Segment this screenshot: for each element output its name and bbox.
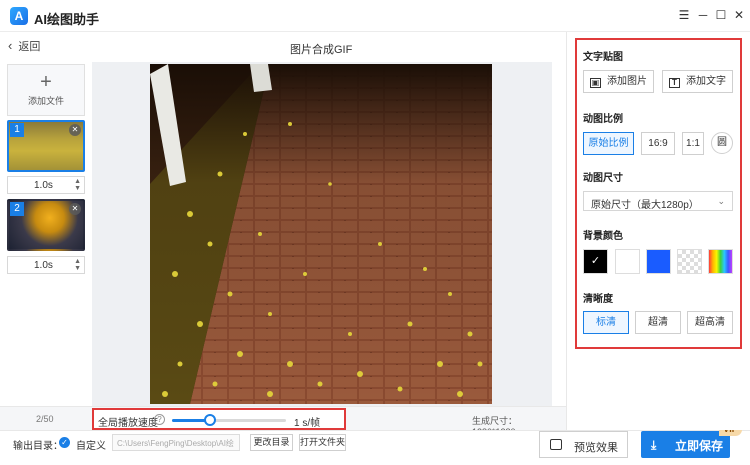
duration-stepper-1[interactable]: 1.0s ▲ ▼ — [7, 176, 85, 194]
app-title: AI绘图助手 — [34, 12, 100, 27]
remove-file-icon[interactable]: ✕ — [69, 203, 81, 215]
maximize-icon[interactable]: ☐ — [714, 8, 728, 22]
size-select[interactable]: 原始尺寸（最大1280p） ⌄ — [583, 191, 733, 211]
output-path-field[interactable]: C:\Users\FengPing\Desktop\AI绘 — [112, 434, 240, 451]
file-index-badge: 1 — [10, 123, 24, 137]
add-text-button[interactable]: T 添加文字 — [662, 70, 733, 93]
stepper-arrows-icon[interactable]: ▲ ▼ — [74, 258, 81, 272]
bg-swatch-black[interactable]: ✓ — [583, 249, 608, 274]
preview-canvas — [92, 62, 552, 406]
add-file-button[interactable]: + 添加文件 — [7, 64, 85, 116]
preview-icon — [550, 439, 562, 450]
speed-value: 1 s/帧 — [294, 418, 321, 429]
app-logo-icon: A — [10, 7, 28, 25]
check-icon: ✓ — [590, 255, 601, 267]
download-icon: ⤓ — [651, 438, 657, 452]
text-icon: T — [669, 78, 680, 88]
open-folder-button[interactable]: 打开文件夹 — [299, 434, 346, 451]
size-select-value: 原始尺寸（最大1280p） — [591, 200, 699, 211]
file-list: + 添加文件 1 ✕ 1.0s ▲ ▼ 2 ✕ 1.0s ▲ ▼ — [0, 56, 92, 406]
global-speed-control: 全局播放速度 ? 1 s/帧 — [92, 408, 346, 430]
output-dir-label: 输出目录： — [13, 441, 63, 452]
speed-slider[interactable] — [172, 414, 286, 426]
size-section-title: 动图尺寸 — [583, 173, 623, 184]
add-text-label: 添加文字 — [686, 76, 726, 87]
add-image-button[interactable]: ▣ 添加图片 — [583, 70, 654, 93]
quality-hd-button[interactable]: 超清 — [635, 311, 681, 334]
minimize-icon[interactable]: ─ — [696, 8, 710, 22]
quality-uhd-button[interactable]: 超高清 — [687, 311, 733, 334]
page-title: 图片合成GIF — [290, 44, 353, 56]
chevron-down-icon: ⌄ — [717, 196, 725, 206]
page-count: 2/50 — [36, 414, 54, 424]
ratio-16-9-button[interactable]: 16:9 — [641, 132, 675, 155]
bg-swatch-white[interactable] — [615, 249, 640, 274]
menu-icon[interactable]: ☰ — [677, 8, 691, 22]
save-button[interactable]: ⤓ 立即保存 — [641, 431, 730, 458]
ratio-section-title: 动图比例 — [583, 114, 623, 125]
bottom-bar: 输出目录： ✓ 自定义 C:\Users\FengPing\Desktop\AI… — [0, 423, 750, 465]
speed-label: 全局播放速度 — [98, 418, 158, 429]
bg-swatch-transparent[interactable] — [677, 249, 702, 274]
file-thumbnail-2[interactable]: 2 ✕ — [7, 199, 85, 251]
preview-image — [150, 64, 492, 404]
file-index-badge: 2 — [10, 202, 24, 216]
plus-icon: + — [40, 71, 52, 93]
duration-value: 1.0s — [34, 180, 53, 191]
close-icon[interactable]: ✕ — [732, 8, 746, 22]
add-file-label: 添加文件 — [27, 96, 64, 106]
preview-label: 预览效果 — [574, 442, 618, 454]
preview-button[interactable]: 预览效果 — [539, 431, 628, 458]
bg-color-section-title: 背景颜色 — [583, 231, 623, 242]
sticker-section-title: 文字贴图 — [583, 52, 623, 63]
ratio-circle-button[interactable]: 圆 — [711, 132, 733, 154]
file-thumbnail-1[interactable]: 1 ✕ — [7, 120, 85, 172]
duration-value: 1.0s — [34, 260, 53, 271]
back-label: 返回 — [18, 41, 41, 53]
remove-file-icon[interactable]: ✕ — [69, 124, 81, 136]
custom-label: 自定义 — [76, 441, 106, 452]
ratio-original-button[interactable]: 原始比例 — [583, 132, 634, 155]
save-label: 立即保存 — [675, 439, 724, 453]
duration-stepper-2[interactable]: 1.0s ▲ ▼ — [7, 256, 85, 274]
title-bar: A AI绘图助手 ☰ ─ ☐ ✕ — [0, 0, 750, 32]
chevron-left-icon: ‹ — [8, 38, 13, 53]
add-image-label: 添加图片 — [607, 76, 647, 87]
bg-swatch-blue[interactable] — [646, 249, 671, 274]
image-icon: ▣ — [590, 78, 601, 88]
back-button[interactable]: ‹ 返回 — [8, 38, 40, 54]
stepper-arrows-icon[interactable]: ▲ ▼ — [74, 178, 81, 192]
speed-slider-knob[interactable] — [203, 414, 216, 426]
change-dir-button[interactable]: 更改目录 — [250, 434, 293, 451]
ratio-1-1-button[interactable]: 1:1 — [682, 132, 704, 155]
custom-radio-checked-icon[interactable]: ✓ — [59, 437, 70, 448]
quality-section-title: 清晰度 — [583, 294, 613, 305]
help-icon[interactable]: ? — [154, 414, 165, 425]
quality-standard-button[interactable]: 标清 — [583, 311, 629, 334]
bg-swatch-custom[interactable] — [708, 249, 733, 274]
status-bar: 2/50 全局播放速度 ? 1 s/帧 生成尺寸：1280*1280px — [0, 406, 566, 437]
